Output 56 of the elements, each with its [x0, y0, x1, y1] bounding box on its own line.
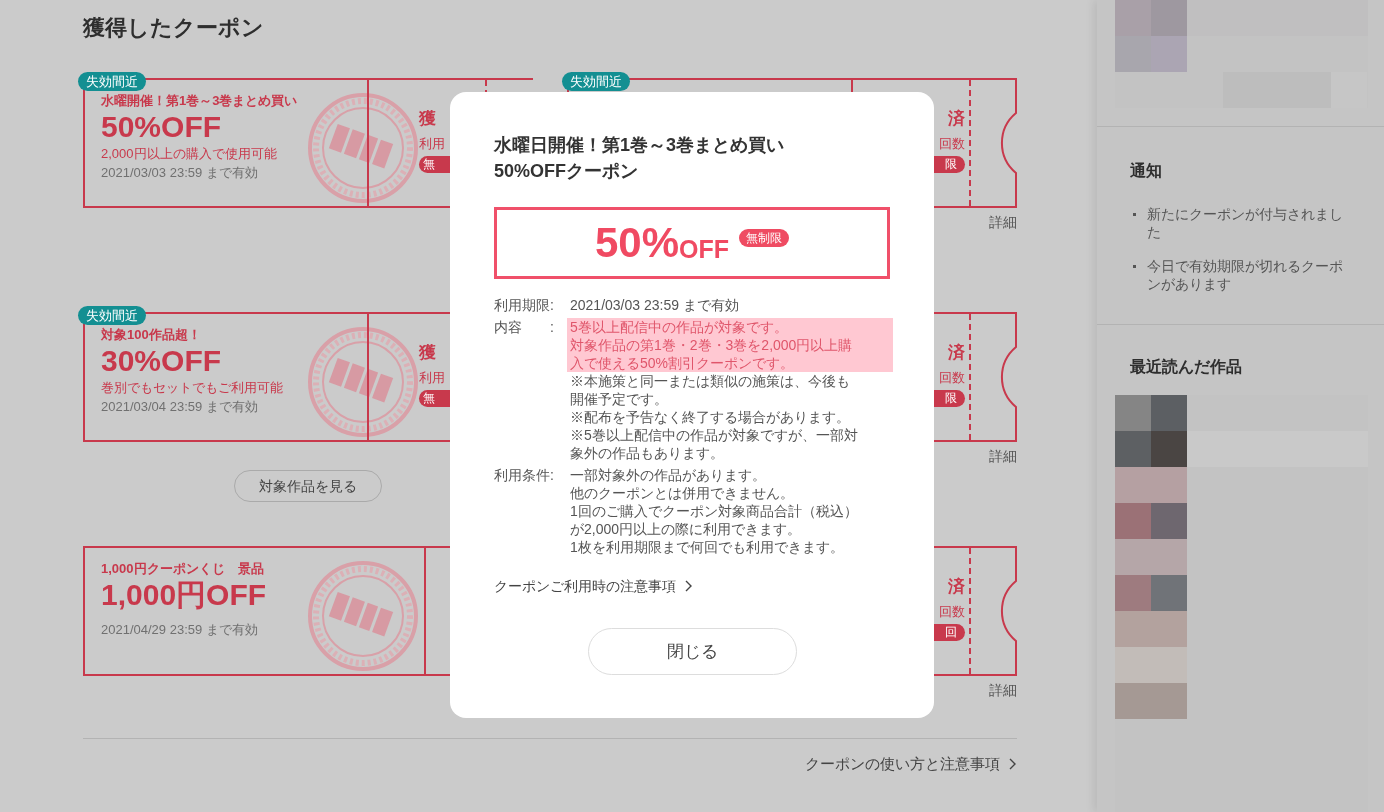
status-label: 獲	[419, 109, 436, 129]
usage-notes-link[interactable]: クーポンの使い方と注意事項	[805, 753, 1017, 775]
detail-link[interactable]: 詳細	[989, 446, 1017, 466]
expiring-badge: 失効間近	[562, 72, 630, 91]
usage-label: 回数	[939, 369, 965, 387]
discount-value: 50%	[594, 219, 680, 267]
coupon-subtitle: 1,000円クーポンくじ 景品	[101, 560, 265, 578]
detail-text: 一部対象外の作品があります。	[569, 466, 767, 484]
detail-text: 他のクーポンとは併用できません。	[569, 484, 795, 502]
detail-text: が2,000円以上の際に利用できます。	[569, 520, 803, 538]
coupon-subtitle: 水曜開催！第1巻～3巻まとめ買い	[101, 92, 299, 110]
usage-label: 利用	[419, 135, 445, 153]
detail-text: 2021/03/03 23:59 まで有効	[569, 296, 740, 314]
bullet-icon	[1133, 213, 1136, 216]
expiry-date: 2021/04/29 23:59 まで有効	[101, 621, 259, 639]
detail-text: 5巻以上配信中の作品が対象です。	[567, 318, 893, 336]
detail-label: 利用期限:	[494, 296, 555, 314]
status-label: 獲	[419, 343, 436, 363]
usage-label: 回数	[939, 603, 965, 621]
expiring-badge: 失効間近	[78, 306, 146, 325]
detail-text: 1回のご購入でクーポン対象商品合計（税込）	[569, 502, 859, 520]
detail-text: 入で使える50%割引クーポンです。	[567, 354, 893, 372]
usage-label: 回数	[939, 135, 965, 153]
notification-text: 新たにクーポンが付与されました	[1147, 205, 1344, 241]
bullet-icon	[1133, 265, 1136, 268]
coupon-condition: 2,000円以上の購入で使用可能	[101, 145, 278, 163]
detail-text: 象外の作品もあります。	[569, 444, 725, 462]
discount-amount: 30%OFF	[101, 344, 223, 378]
chevron-right-icon	[684, 579, 693, 593]
chevron-right-icon	[1008, 757, 1017, 771]
detail-text: 開催予定です。	[569, 390, 669, 408]
section-title: 通知	[1130, 161, 1163, 181]
section-title: 最近読んだ作品	[1129, 357, 1243, 377]
expiry-date: 2021/03/04 23:59 まで有効	[101, 398, 259, 416]
detail-text: ※5巻以上配信中の作品が対象ですが、一部対	[569, 426, 859, 444]
detail-link[interactable]: 詳細	[989, 680, 1017, 700]
detail-text: ※配布を予告なく終了する場合があります。	[569, 408, 851, 426]
page-title: 獲得したクーポン	[83, 14, 265, 42]
detail-link[interactable]: 詳細	[989, 212, 1017, 232]
coupon-condition: 巻別でもセットでもご利用可能	[101, 379, 284, 397]
detail-label: 利用条件:	[494, 466, 555, 485]
detail-text: 対象作品の第1巻・2巻・3巻を2,000円以上購	[567, 336, 893, 354]
discount-amount: 1,000円OFF	[101, 578, 268, 612]
coupon-subtitle: 対象100作品超！	[101, 326, 202, 344]
usage-label: 利用	[419, 369, 445, 387]
discount-unit: OFF	[679, 234, 730, 264]
discount-amount: 50%OFF	[101, 110, 223, 144]
status-label: 済	[948, 343, 965, 363]
detail-text: ※本施策と同一または類似の施策は、今後も	[569, 372, 851, 390]
status-label: 済	[948, 109, 965, 129]
notification-text: 今日で有効期限が切れるクーポンがあります	[1147, 257, 1344, 293]
detail-text: 1枚を利用期限まで何回でも利用できます。	[569, 538, 845, 556]
unlimited-badge: 無制限	[739, 229, 790, 247]
expiry-date: 2021/03/03 23:59 まで有効	[101, 164, 259, 182]
status-label: 済	[948, 577, 965, 597]
expiring-badge: 失効間近	[78, 72, 146, 91]
